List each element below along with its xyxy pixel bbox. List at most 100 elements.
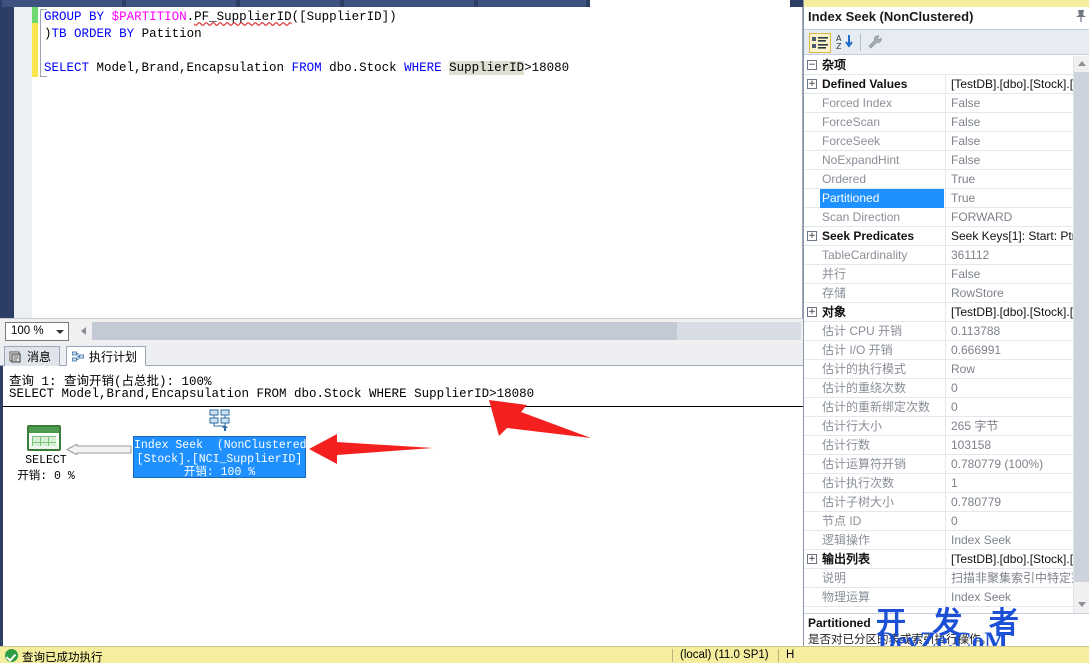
select-result-icon[interactable] [27,425,61,451]
property-row[interactable]: Scan Direction FORWARD [804,208,1074,227]
property-row[interactable]: 估计子树大小 0.780779 [804,493,1074,512]
execution-plan-canvas[interactable]: 查询 1: 查询开销(占总批): 100% SELECT Model,Brand… [0,366,806,646]
property-value[interactable]: Index Seek [945,531,1074,550]
tab-sliver-3[interactable] [240,0,340,7]
sort-alphabetical-icon: A Z [836,34,853,51]
property-value[interactable]: FORWARD [945,208,1074,227]
property-value[interactable]: 0 [945,379,1074,398]
property-row[interactable]: 估计行数 103158 [804,436,1074,455]
property-row[interactable]: 节点 ID 0 [804,512,1074,531]
property-value[interactable]: 361112 [945,246,1074,265]
index-seek-node[interactable]: Index Seek (NonClustered) [Stock].[NCI_S… [133,436,313,479]
hscroll-thumb[interactable] [92,322,677,340]
properties-grid[interactable]: − 杂项 + Defined Values [TestDB].[dbo].[Stock]… [804,56,1074,613]
expand-plus-icon[interactable]: + [807,79,817,89]
alphabetical-sort-button[interactable]: A Z [835,33,857,53]
expand-plus-icon[interactable]: + [807,554,817,564]
property-value[interactable]: [TestDB].[dbo].[Stock].[ [945,303,1074,322]
property-value[interactable]: 0 [945,512,1074,531]
property-row[interactable]: TableCardinality 361112 [804,246,1074,265]
property-row[interactable]: 估计 CPU 开销 0.113788 [804,322,1074,341]
index-seek-icon [209,409,230,431]
sql-code-text[interactable]: GROUP BY $PARTITION.PF_SupplierID([Suppl… [44,9,569,77]
property-value[interactable]: [TestDB].[dbo].[Stock].[ [945,75,1074,94]
property-value[interactable]: 1 [945,474,1074,493]
properties-vertical-scrollbar[interactable] [1073,56,1089,613]
property-value[interactable]: True [945,170,1074,189]
property-row-selected[interactable]: Partitioned True [804,189,1074,208]
property-row[interactable]: + 对象 [TestDB].[dbo].[Stock].[ [804,303,1074,322]
property-row[interactable]: 并行 False [804,265,1074,284]
property-value[interactable]: 0.666991 [945,341,1074,360]
property-row[interactable]: 物理运算 Index Seek [804,588,1074,607]
scroll-down-arrow-icon[interactable] [1074,597,1089,613]
tab-sliver-active[interactable] [590,0,790,7]
property-row[interactable]: NoExpandHint False [804,151,1074,170]
property-value[interactable]: False [945,94,1074,113]
property-row[interactable]: 估计的重绕次数 0 [804,379,1074,398]
property-row[interactable]: − 杂项 [804,56,1074,75]
property-value[interactable]: 扫描非聚集索引中特定范[ [945,569,1074,588]
property-name: Scan Direction [822,210,901,224]
property-row[interactable]: ForceScan False [804,113,1074,132]
tab-sliver-2[interactable] [126,0,236,7]
scroll-up-arrow-icon[interactable] [1074,56,1089,72]
property-pages-button[interactable] [866,33,888,53]
property-row[interactable]: + Seek Predicates Seek Keys[1]: Start: Ptn… [804,227,1074,246]
property-value[interactable]: Seek Keys[1]: Start: Ptni [945,227,1074,246]
vscroll-thumb[interactable] [1074,72,1089,582]
property-value[interactable]: RowStore [945,284,1074,303]
hscroll-left-arrow-icon[interactable] [76,322,92,340]
categorized-icon [812,37,828,49]
property-value[interactable]: [TestDB].[dbo].[Stock].[ [945,550,1074,569]
property-row[interactable]: 估计行大小 265 字节 [804,417,1074,436]
property-row[interactable]: 说明 扫描非聚集索引中特定范[ [804,569,1074,588]
property-row[interactable]: ForceSeek False [804,132,1074,151]
property-name: ForceSeek [822,134,881,148]
toolbar-divider [860,34,861,51]
property-value[interactable]: 265 字节 [945,417,1074,436]
plan-connector-arrow [65,444,132,455]
property-value[interactable]: False [945,113,1074,132]
property-value[interactable]: False [945,132,1074,151]
tab-sliver-1[interactable] [2,0,122,7]
expand-plus-icon[interactable]: + [807,231,817,241]
pin-icon[interactable] [1075,9,1087,23]
sql-editor-pane[interactable]: GROUP BY $PARTITION.PF_SupplierID([Suppl… [0,7,803,318]
property-row[interactable]: Forced Index False [804,94,1074,113]
property-value[interactable]: False [945,265,1074,284]
property-row[interactable]: 估计的执行模式 Row [804,360,1074,379]
property-value[interactable]: 0.780779 (100%) [945,455,1074,474]
property-value[interactable]: False [945,151,1074,170]
property-value[interactable]: Index Seek [945,588,1074,607]
editor-horizontal-scrollbar[interactable] [76,322,801,340]
zoom-level-combobox[interactable]: 100 % [5,322,69,341]
tab-sliver-5[interactable] [478,0,586,7]
property-value[interactable]: 103158 [945,436,1074,455]
property-value[interactable]: 0 [945,398,1074,417]
property-value[interactable]: True [945,189,1074,208]
property-value[interactable]: 0.780779 [945,493,1074,512]
property-description-text: 是否对已分区的表或索引执行操作。 [808,634,992,646]
property-name: 逻辑操作 [822,533,871,547]
seek-node-line2: [Stock].[NCI_SupplierID] [136,452,303,466]
property-row[interactable]: 估计 I/O 开销 0.666991 [804,341,1074,360]
property-row[interactable]: 估计的重新绑定次数 0 [804,398,1074,417]
property-name: 估计的重绕次数 [822,381,907,395]
categorized-view-button[interactable] [809,33,831,53]
property-value[interactable]: Row [945,360,1074,379]
zoom-level-value: 100 % [11,325,44,337]
property-value[interactable]: 0.113788 [945,322,1074,341]
property-row[interactable]: 估计运算符开销 0.780779 (100%) [804,455,1074,474]
property-row[interactable]: + 输出列表 [TestDB].[dbo].[Stock].[ [804,550,1074,569]
property-row[interactable]: + Defined Values [TestDB].[dbo].[Stock].[ [804,75,1074,94]
property-row[interactable]: 存储 RowStore [804,284,1074,303]
collapse-minus-icon[interactable]: − [807,60,817,70]
tab-sliver-4[interactable] [344,0,474,7]
property-row[interactable]: 逻辑操作 Index Seek [804,531,1074,550]
property-row[interactable]: Ordered True [804,170,1074,189]
tab-messages[interactable]: 消息 [4,346,61,366]
tab-execution-plan[interactable]: 执行计划 [66,346,147,366]
expand-plus-icon[interactable]: + [807,307,817,317]
property-row[interactable]: 估计执行次数 1 [804,474,1074,493]
